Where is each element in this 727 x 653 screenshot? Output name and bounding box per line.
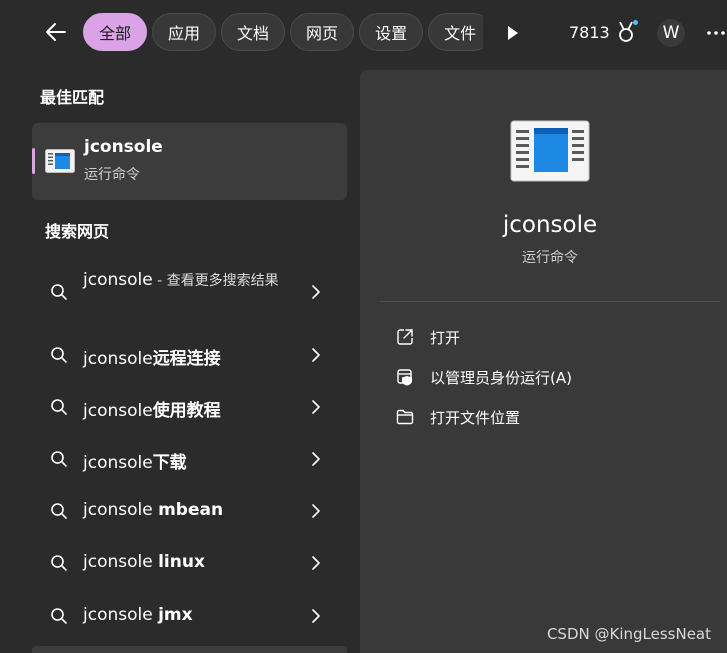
- web-search-heading: 搜索网页: [45, 222, 110, 241]
- web-result-prefix: jconsole: [83, 401, 153, 421]
- web-result-prefix: jconsole: [83, 605, 159, 625]
- tab-settings[interactable]: 设置: [359, 13, 424, 51]
- best-match-heading: 最佳匹配: [40, 88, 105, 107]
- search-icon: [51, 503, 67, 519]
- web-result-label: jconsole使用教程: [83, 396, 221, 421]
- web-result-bold: linux: [158, 552, 205, 572]
- action-label: 打开文件位置: [430, 408, 521, 427]
- web-result-suffix: - 查看更多搜索结果: [152, 273, 279, 289]
- filter-tabs: 全部 应用 文档 网页 设置 文件: [83, 13, 483, 51]
- web-result-label: jconsole远程连接: [83, 344, 221, 369]
- ellipsis-icon: [707, 31, 725, 35]
- app-title: jconsole: [502, 212, 598, 238]
- search-icon: [51, 284, 67, 300]
- web-result-item[interactable]: jconsole远程连接: [32, 332, 347, 378]
- web-result-item[interactable]: jconsole jmx: [32, 593, 347, 639]
- web-result-label: jconsole jmx: [83, 605, 193, 625]
- web-result-bold: 远程连接: [152, 349, 221, 369]
- tab-all[interactable]: 全部: [83, 13, 148, 51]
- avatar[interactable]: W: [657, 19, 685, 47]
- back-arrow-icon: [46, 23, 66, 41]
- points-value: 7813: [569, 22, 610, 42]
- best-match-name: jconsole: [84, 137, 163, 157]
- more-filters-button[interactable]: [500, 20, 526, 46]
- web-result-term: jconsole: [83, 270, 153, 290]
- web-result-more[interactable]: jconsole - 查看更多搜索结果: [32, 266, 347, 318]
- folder-icon: [380, 409, 430, 425]
- best-match-item[interactable]: jconsole 运行命令: [32, 123, 347, 200]
- run-command-app-icon: [45, 149, 75, 173]
- web-result-bold: jmx: [158, 605, 193, 625]
- run-command-app-icon-large: [510, 120, 590, 182]
- chevron-right-icon: [312, 285, 320, 299]
- web-result-label: jconsole下载: [83, 448, 187, 473]
- web-result-prefix: jconsole: [83, 552, 159, 572]
- best-match-subtitle: 运行命令: [84, 167, 140, 183]
- search-icon: [51, 451, 67, 467]
- web-result-prefix: jconsole: [83, 453, 153, 473]
- chevron-right-icon: [312, 348, 320, 362]
- search-icon: [51, 399, 67, 415]
- app-subtitle: 运行命令: [522, 250, 578, 266]
- web-result-item[interactable]: jconsole linux: [32, 540, 347, 586]
- web-result-prefix: jconsole: [83, 349, 153, 369]
- action-label: 以管理员身份运行(A): [430, 368, 572, 387]
- search-icon: [51, 347, 67, 363]
- web-result-label: jconsole mbean: [83, 500, 223, 520]
- search-icon: [51, 608, 67, 624]
- tab-files[interactable]: 文件: [428, 13, 483, 51]
- run-as-admin-action[interactable]: 以管理员身份运行(A): [380, 359, 710, 395]
- tab-documents[interactable]: 文档: [221, 13, 286, 51]
- search-topbar: 全部 应用 文档 网页 设置 文件 7813 W: [0, 0, 727, 66]
- web-result-label: jconsole - 查看更多搜索结果: [83, 268, 283, 293]
- medal-icon: [616, 20, 638, 44]
- admin-shield-icon: [380, 368, 430, 386]
- web-result-item[interactable]: jconsole下载: [32, 436, 347, 482]
- web-result-item[interactable]: jconsole mbean: [32, 488, 347, 534]
- web-result-bold: 使用教程: [152, 401, 221, 421]
- open-file-location-action[interactable]: 打开文件位置: [380, 399, 710, 435]
- web-result-bold: mbean: [158, 500, 224, 520]
- results-list: 最佳匹配 jconsole 运行命令 搜索网页 jconsole - 查看更多搜…: [0, 66, 360, 653]
- web-result-label: jconsole linux: [83, 552, 205, 572]
- tab-web[interactable]: 网页: [290, 13, 355, 51]
- chevron-right-icon: [312, 609, 320, 623]
- chevron-right-icon: [312, 452, 320, 466]
- more-options-button[interactable]: [705, 21, 727, 45]
- action-label: 打开: [430, 328, 461, 347]
- open-external-icon: [380, 328, 430, 346]
- web-result-prefix: jconsole: [83, 500, 159, 520]
- play-icon: [508, 26, 518, 40]
- divider: [380, 301, 720, 302]
- tab-apps[interactable]: 应用: [152, 13, 217, 51]
- chevron-right-icon: [312, 400, 320, 414]
- detail-panel: jconsole 运行命令 打开 以管理员身份运行(A) 打开文件位置 CSDN…: [360, 70, 727, 653]
- search-icon: [51, 555, 67, 571]
- selection-indicator: [32, 148, 35, 174]
- back-button[interactable]: [38, 14, 74, 50]
- notification-dot: [632, 20, 638, 25]
- web-result-item[interactable]: jconsole使用教程: [32, 384, 347, 430]
- web-result-bold: 下载: [152, 453, 187, 473]
- watermark: CSDN @KingLessNeat: [546, 625, 711, 643]
- open-action[interactable]: 打开: [380, 319, 710, 355]
- avatar-letter: W: [662, 23, 680, 43]
- next-section-edge: [32, 646, 347, 653]
- chevron-right-icon: [312, 504, 320, 518]
- chevron-right-icon: [312, 556, 320, 570]
- rewards-points[interactable]: 7813: [569, 20, 638, 44]
